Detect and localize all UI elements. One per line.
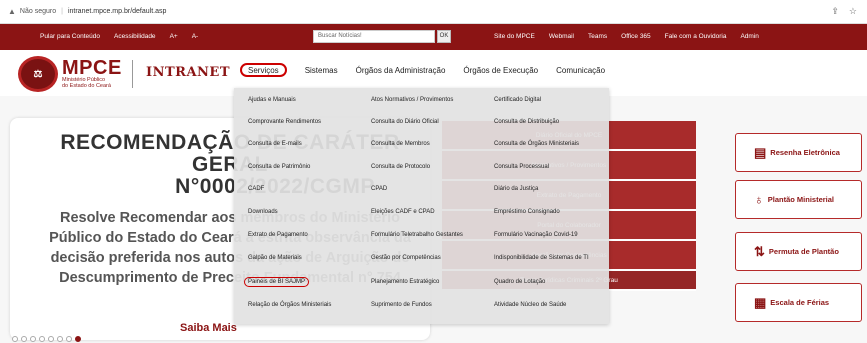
intranet-title: INTRANET — [146, 65, 230, 80]
top-bar: Pular para Conteúdo Acessibilidade A+ A-… — [0, 24, 867, 50]
dd-planejamento[interactable]: Planejamento Estratégico — [371, 279, 439, 285]
ribbon-icon: ♁ — [754, 192, 764, 207]
office365-link[interactable]: Office 365 — [621, 33, 651, 40]
dd-consulta-diario[interactable]: Consulta do Diário Oficial — [371, 119, 439, 125]
search-ok-button[interactable]: OK — [437, 30, 451, 43]
dd-gestao-competencias[interactable]: Gestão por Competências — [371, 255, 441, 261]
dd-consulta-emails[interactable]: Consulta de E-mails — [248, 141, 302, 147]
sort-icon: ⇅ — [754, 243, 765, 259]
nav-orgaos-execucao[interactable]: Órgãos de Execução — [463, 66, 538, 77]
logo[interactable]: ⚖ MPCE Ministério Público do Estado do C… — [18, 56, 133, 92]
search-input[interactable]: Buscar Notícias! — [313, 30, 435, 43]
url-text[interactable]: intranet.mpce.mp.br/default.asp — [68, 8, 166, 15]
star-icon[interactable]: ☆ — [849, 6, 857, 17]
resenha-eletronica-button[interactable]: ▤ Resenha Eletrônica — [735, 133, 862, 172]
carousel-dot[interactable] — [66, 336, 72, 342]
warning-icon: ▲ — [8, 7, 16, 16]
share-icon[interactable]: ⇪ — [831, 6, 839, 17]
dd-formulario-teletrabalho[interactable]: Formulário Teletrabalho Gestantes — [371, 232, 463, 238]
site-mpce-link[interactable]: Site do MPCE — [494, 33, 535, 40]
dd-paineis-bi[interactable]: Painéis de BI SAJMP — [244, 277, 310, 287]
carousel-dot[interactable] — [57, 336, 63, 342]
dd-comprovante-rendimentos[interactable]: Comprovante Rendimentos — [248, 119, 321, 125]
dd-suprimento-fundos[interactable]: Suprimento de Fundos — [371, 302, 432, 308]
escala-ferias-button[interactable]: ▦ Escala de Férias — [735, 283, 862, 322]
dd-consulta-membros[interactable]: Consulta de Membros — [371, 141, 430, 147]
main-nav: Serviços Sistemas Órgãos da Administraçã… — [240, 63, 623, 77]
carousel-dot[interactable] — [12, 336, 18, 342]
saiba-mais-link[interactable]: Saiba Mais — [180, 322, 237, 334]
document-icon: ▤ — [754, 144, 767, 160]
dd-galpao-materiais[interactable]: Galpão de Materiais — [248, 255, 302, 261]
permuta-label: Permuta de Plantão — [768, 247, 839, 256]
nav-servicos[interactable]: Serviços — [240, 63, 287, 77]
dd-certificado-digital[interactable]: Certificado Digital — [494, 97, 541, 103]
font-decrease-link[interactable]: A- — [192, 33, 199, 40]
separator: | — [61, 8, 63, 15]
logo-divider — [131, 60, 133, 88]
dd-ajudas-manuais[interactable]: Ajudas e Manuais — [248, 97, 296, 103]
dd-quadro-lotacao[interactable]: Quadro de Lotação — [494, 279, 545, 285]
calendar-icon: ▦ — [754, 294, 767, 310]
dd-consulta-protocolo[interactable]: Consulta de Protocolo — [371, 164, 430, 170]
carousel-dot-active[interactable] — [75, 336, 81, 342]
dd-extrato-pagamento[interactable]: Extrato de Pagamento — [248, 232, 308, 238]
carousel-dot[interactable] — [21, 336, 27, 342]
ouvidoria-link[interactable]: Fale com a Ouvidoria — [665, 33, 727, 40]
carousel-dot[interactable] — [30, 336, 36, 342]
nav-comunicacao[interactable]: Comunicação — [556, 66, 605, 77]
escala-label: Escala de Férias — [770, 298, 830, 307]
carousel-dot[interactable] — [48, 336, 54, 342]
admin-link[interactable]: Admin — [740, 33, 758, 40]
carousel-dot[interactable] — [39, 336, 45, 342]
dd-relacao-orgaos[interactable]: Relação de Órgãos Ministeriais — [248, 302, 331, 308]
dd-cadf[interactable]: CADF — [248, 186, 264, 192]
permuta-plantao-button[interactable]: ⇅ Permuta de Plantão — [735, 232, 862, 271]
font-increase-link[interactable]: A+ — [170, 33, 178, 40]
dd-consulta-patrimonio[interactable]: Consulta de Patrimônio — [248, 164, 310, 170]
nav-orgaos-administracao[interactable]: Órgãos da Administração — [356, 66, 446, 77]
plantao-label: Plantão Ministerial — [767, 195, 835, 204]
dd-vacinacao[interactable]: Formulário Vacinação Covid-19 — [494, 232, 578, 238]
plantao-ministerial-button[interactable]: ♁ Plantão Ministerial — [735, 180, 862, 219]
dd-indisponibilidade[interactable]: Indisponibilidade de Sistemas de TI — [494, 255, 589, 261]
seal-icon: ⚖ — [18, 56, 58, 92]
carousel-dots — [12, 336, 81, 342]
webmail-link[interactable]: Webmail — [549, 33, 574, 40]
servicos-dropdown: Ajudas e Manuais Comprovante Rendimentos… — [234, 88, 609, 324]
teams-link[interactable]: Teams — [588, 33, 607, 40]
logo-subtitle-2: do Estado do Ceará — [62, 83, 111, 89]
address-bar[interactable]: ▲ Não seguro | intranet.mpce.mp.br/defau… — [0, 0, 867, 24]
accessibility-link[interactable]: Acessibilidade — [114, 33, 156, 40]
dd-emprestimo[interactable]: Empréstimo Consignado — [494, 209, 560, 215]
skip-to-content-link[interactable]: Pular para Conteúdo — [40, 33, 100, 40]
resenha-label: Resenha Eletrônica — [770, 148, 840, 157]
nav-sistemas[interactable]: Sistemas — [305, 66, 338, 77]
dd-diario-justica[interactable]: Diário da Justiça — [494, 186, 538, 192]
dd-consulta-processual[interactable]: Consulta Processual — [494, 164, 549, 170]
dd-consulta-distribuicao[interactable]: Consulta de Distribuição — [494, 119, 559, 125]
security-text: Não seguro — [19, 8, 57, 15]
dd-atividade-nucleo[interactable]: Atividade Núcleo de Saúde — [494, 302, 566, 308]
dd-downloads[interactable]: Downloads — [248, 209, 278, 215]
dd-eleicoes[interactable]: Eleições CADF e CPAD — [371, 209, 435, 215]
dd-atos-normativos[interactable]: Atos Normativos / Provimentos — [371, 97, 453, 103]
dd-consulta-orgaos[interactable]: Consulta de Órgãos Ministeriais — [494, 141, 579, 147]
logo-text: MPCE — [62, 57, 122, 79]
dd-cpad[interactable]: CPAD — [371, 186, 387, 192]
